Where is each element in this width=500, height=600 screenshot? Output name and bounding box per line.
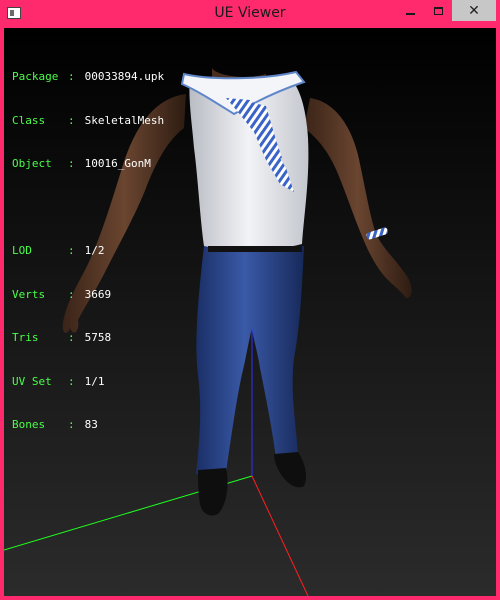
maximize-button[interactable] (425, 0, 452, 21)
right-arm (304, 98, 412, 298)
tris-value: 5758 (84, 331, 112, 344)
right-shoe (274, 452, 306, 488)
lod-label: LOD (12, 244, 32, 257)
class-label: Class (12, 113, 46, 127)
close-icon: ✕ (468, 2, 480, 19)
jeans (196, 246, 304, 474)
minimize-icon (406, 12, 415, 15)
left-shoe (198, 468, 228, 516)
verts-label: Verts (12, 287, 46, 301)
x-axis-line (251, 475, 309, 596)
close-button[interactable]: ✕ (452, 0, 496, 21)
ue-viewer-window: UE Viewer ✕ Package: 00033894.upk Class… (0, 0, 500, 600)
minimize-button[interactable] (397, 0, 424, 21)
title-bar[interactable]: UE Viewer ✕ (0, 0, 500, 28)
belt (208, 246, 302, 252)
mesh-info-overlay: Package: 00033894.upk Class: SkeletalMes… (12, 41, 164, 462)
object-label: Object (12, 157, 52, 170)
bones-label: Bones (12, 418, 46, 431)
bones-value: 83 (84, 418, 98, 431)
verts-row: Verts: 3669 (12, 287, 112, 301)
lod-row: LOD: 1/2 (12, 244, 105, 257)
class-row: Class: SkeletalMesh (12, 113, 165, 127)
package-value: 00033894.upk (84, 70, 165, 83)
object-row: Object: 10016_GonM (12, 157, 151, 170)
object-value: 10016_GonM (84, 157, 151, 170)
maximize-icon (434, 6, 443, 15)
package-label: Package (12, 70, 59, 83)
3d-viewport[interactable]: Package: 00033894.upk Class: SkeletalMes… (4, 28, 496, 596)
class-value: SkeletalMesh (84, 113, 165, 127)
uvset-label: UV Set (12, 374, 52, 388)
uvset-row: UV Set: 1/1 (12, 374, 105, 388)
tris-row: Tris: 5758 (12, 331, 112, 344)
lod-value: 1/2 (84, 244, 105, 257)
uvset-value: 1/1 (84, 374, 105, 388)
bones-row: Bones: 83 (12, 418, 98, 431)
package-row: Package: 00033894.upk (12, 70, 165, 83)
verts-value: 3669 (84, 287, 112, 301)
tris-label: Tris (12, 331, 39, 344)
